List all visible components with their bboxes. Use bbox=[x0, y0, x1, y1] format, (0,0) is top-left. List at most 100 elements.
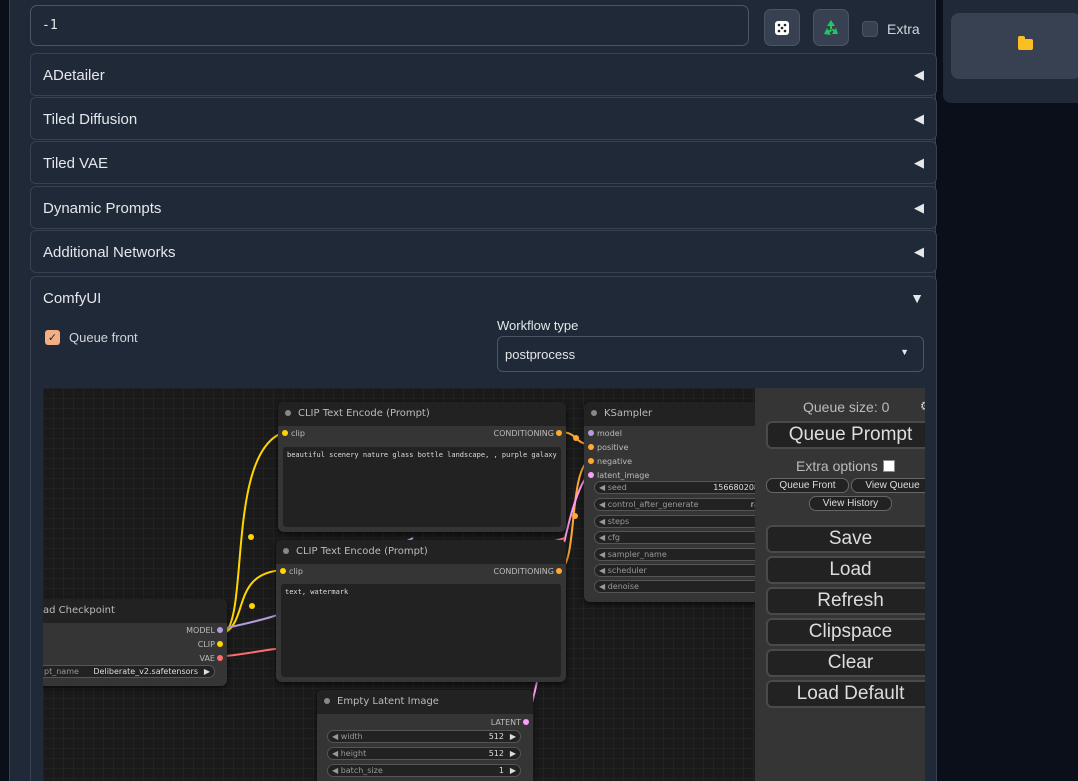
conditioning-output-dot[interactable] bbox=[556, 568, 562, 574]
conditioning-output-label: CONDITIONING bbox=[493, 429, 554, 438]
clip-output-dot[interactable] bbox=[217, 641, 223, 647]
widget-value: 156680208 bbox=[713, 483, 759, 492]
queue-prompt-button[interactable]: Queue Prompt bbox=[766, 421, 925, 449]
positive-input-label: positive bbox=[597, 443, 629, 452]
clipspace-button[interactable]: Clipspace bbox=[766, 618, 925, 646]
view-history-button[interactable]: View History bbox=[809, 496, 892, 511]
widget-label: scheduler bbox=[607, 566, 647, 575]
node-title: Empty Latent Image bbox=[317, 690, 533, 714]
view-queue-button[interactable]: View Queue bbox=[851, 478, 925, 493]
control-after-generate-widget[interactable]: ◀ control_after_generatera bbox=[594, 498, 762, 511]
clip-input-dot[interactable] bbox=[282, 430, 288, 436]
model-output-label: MODEL bbox=[186, 626, 215, 635]
accordion-dynamic-prompts[interactable]: Dynamic Prompts ◀ bbox=[30, 186, 937, 229]
vae-output-dot[interactable] bbox=[217, 655, 223, 661]
collapse-arrow-icon: ◀ bbox=[914, 200, 924, 215]
node-clip-text-encode-negative[interactable]: CLIP Text Encode (Prompt) clip CONDITION… bbox=[276, 540, 566, 682]
queue-front-checkbox[interactable]: ✓ bbox=[45, 330, 60, 345]
conditioning-output-dot[interactable] bbox=[556, 430, 562, 436]
node-title: KSampler bbox=[584, 402, 764, 426]
accordion-label: ADetailer bbox=[43, 67, 105, 84]
gear-icon[interactable]: ⚙ bbox=[920, 399, 925, 413]
widget-label: width bbox=[340, 732, 363, 741]
open-folder-button[interactable] bbox=[951, 13, 1078, 79]
arrow-right-icon: ▶ bbox=[509, 749, 516, 758]
node-ksampler[interactable]: KSampler model positive negative latent_… bbox=[584, 402, 764, 602]
model-input-label: model bbox=[597, 429, 622, 438]
widget-label: denoise bbox=[607, 582, 639, 591]
scheduler-widget[interactable]: ◀ scheduler bbox=[594, 564, 762, 577]
cfg-widget[interactable]: ◀ cfg bbox=[594, 531, 762, 544]
widget-label: steps bbox=[607, 517, 630, 526]
collapse-arrow-icon: ◀ bbox=[914, 67, 924, 82]
folder-icon bbox=[1018, 36, 1033, 50]
positive-input-dot[interactable] bbox=[588, 444, 594, 450]
workflow-type-select[interactable]: postprocess ▼ bbox=[497, 336, 924, 372]
accordion-label: Tiled VAE bbox=[43, 155, 109, 172]
prompt-textarea[interactable]: beautiful scenery nature glass bottle la… bbox=[283, 447, 561, 527]
sampler-name-widget[interactable]: ◀ sampler_name bbox=[594, 548, 762, 561]
width-widget[interactable]: ◀ width 512 ▶ bbox=[327, 730, 521, 743]
vae-output-label: VAE bbox=[199, 654, 216, 663]
dice-icon bbox=[775, 20, 789, 35]
widget-value: 512 bbox=[488, 749, 504, 758]
prompt-textarea[interactable]: text, watermark bbox=[281, 584, 561, 677]
model-output-dot[interactable] bbox=[217, 627, 223, 633]
ckpt-name-widget[interactable]: pt_name Deliberate_v2.safetensors ▶ bbox=[43, 665, 215, 678]
accordion-tiled-diffusion[interactable]: Tiled Diffusion ◀ bbox=[30, 97, 937, 140]
node-clip-text-encode-positive[interactable]: CLIP Text Encode (Prompt) clip CONDITION… bbox=[278, 402, 566, 532]
queue-front-toggle[interactable]: ✓ Queue front bbox=[45, 330, 138, 345]
widget-label: height bbox=[340, 749, 367, 758]
random-seed-button[interactable] bbox=[764, 9, 800, 46]
negative-input-label: negative bbox=[597, 457, 632, 466]
accordion-additional-networks[interactable]: Additional Networks ◀ bbox=[30, 230, 937, 273]
extra-toggle[interactable]: Extra bbox=[862, 21, 920, 37]
accordion-label[interactable]: ComfyUI bbox=[43, 290, 101, 307]
accordion-tiled-vae[interactable]: Tiled VAE ◀ bbox=[30, 141, 937, 184]
chevron-down-icon: ▼ bbox=[900, 347, 909, 357]
model-input-dot[interactable] bbox=[588, 430, 594, 436]
queue-size-label: Queue size: 0 bbox=[803, 399, 890, 415]
widget-label: sampler_name bbox=[607, 550, 667, 559]
denoise-widget[interactable]: ◀ denoise bbox=[594, 580, 762, 593]
accordion-comfyui: ComfyUI ▼ ✓ Queue front Workflow type po… bbox=[30, 276, 937, 781]
collapse-arrow-icon: ◀ bbox=[914, 111, 924, 126]
conditioning-output-label: CONDITIONING bbox=[493, 567, 554, 576]
clip-input-label: clip bbox=[289, 567, 303, 576]
seed-widget[interactable]: ◀ seed 156680208 bbox=[594, 481, 762, 494]
clear-button[interactable]: Clear bbox=[766, 649, 925, 677]
expand-arrow-icon[interactable]: ▼ bbox=[910, 290, 924, 306]
load-default-button[interactable]: Load Default bbox=[766, 680, 925, 708]
arrow-right-icon: ▶ bbox=[509, 766, 516, 775]
widget-value: Deliberate_v2.safetensors bbox=[93, 667, 198, 676]
seed-input[interactable] bbox=[30, 5, 749, 46]
arrow-right-icon: ▶ bbox=[203, 667, 210, 676]
save-button[interactable]: Save bbox=[766, 525, 925, 553]
negative-input-dot[interactable] bbox=[588, 458, 594, 464]
node-empty-latent-image[interactable]: Empty Latent Image LATENT ◀ width 512 ▶ ◀ … bbox=[317, 690, 533, 781]
load-button[interactable]: Load bbox=[766, 556, 925, 584]
steps-widget[interactable]: ◀ steps bbox=[594, 515, 762, 528]
reuse-seed-button[interactable] bbox=[813, 9, 849, 46]
extra-checkbox[interactable] bbox=[862, 21, 878, 37]
node-title: ad Checkpoint bbox=[43, 599, 227, 623]
batch-size-widget[interactable]: ◀ batch_size 1 ▶ bbox=[327, 764, 521, 777]
latent-image-input-label: latent_image bbox=[597, 471, 650, 480]
node-title: CLIP Text Encode (Prompt) bbox=[278, 402, 566, 426]
workflow-type-label: Workflow type bbox=[497, 318, 579, 333]
height-widget[interactable]: ◀ height 512 ▶ bbox=[327, 747, 521, 760]
right-panel bbox=[943, 0, 1078, 103]
node-title: CLIP Text Encode (Prompt) bbox=[276, 540, 566, 564]
comfy-graph-canvas[interactable]: CLIP Text Encode (Prompt) clip CONDITION… bbox=[43, 388, 925, 781]
refresh-button[interactable]: Refresh bbox=[766, 587, 925, 615]
workflow-type-value: postprocess bbox=[505, 347, 576, 362]
queue-front-button[interactable]: Queue Front bbox=[766, 478, 849, 493]
latent-image-input-dot[interactable] bbox=[588, 472, 594, 478]
accordion-label: Additional Networks bbox=[43, 244, 176, 261]
latent-output-dot[interactable] bbox=[523, 719, 529, 725]
clip-input-dot[interactable] bbox=[280, 568, 286, 574]
extra-options-checkbox[interactable] bbox=[882, 460, 895, 472]
extra-options-toggle[interactable]: Extra options bbox=[796, 458, 895, 474]
accordion-adetailer[interactable]: ADetailer ◀ bbox=[30, 53, 937, 96]
node-load-checkpoint[interactable]: ad Checkpoint MODEL CLIP VAE pt_name Deli… bbox=[43, 599, 227, 686]
